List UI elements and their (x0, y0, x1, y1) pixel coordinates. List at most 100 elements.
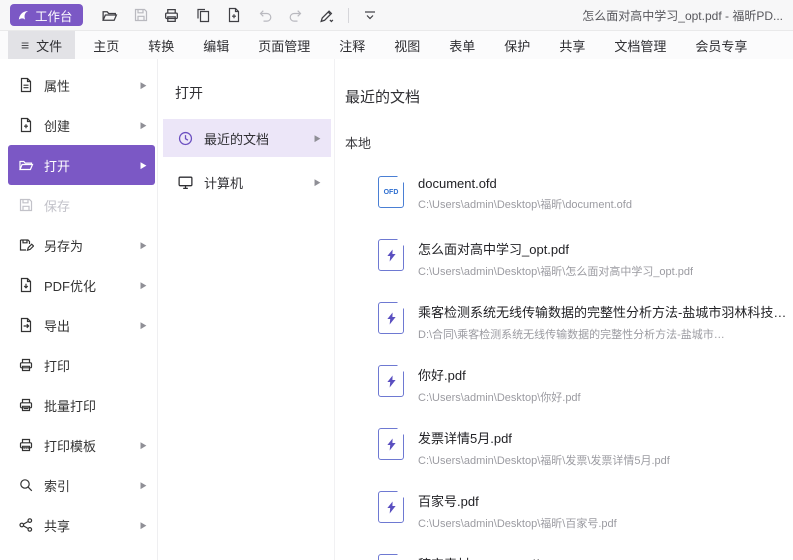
column-divider (334, 59, 335, 560)
menu-item-print[interactable]: 打印 (8, 345, 155, 385)
file-menu-button[interactable]: ≡ 文件 (8, 31, 75, 59)
open-item-computer[interactable]: 计算机▶ (163, 163, 331, 201)
menu-item-label: 保存 (44, 196, 70, 215)
menu-item-label: 属性 (44, 76, 70, 95)
tab-comment[interactable]: 注释 (339, 36, 365, 55)
recent-file-row[interactable]: 你好.pdf C:\Users\admin\Desktop\你好.pdf (378, 355, 793, 418)
menu-item-create[interactable]: 创建 ▶ (8, 105, 155, 145)
undo-icon[interactable] (252, 3, 278, 27)
tab-edit[interactable]: 编辑 (203, 36, 229, 55)
tab-convert[interactable]: 转换 (148, 36, 174, 55)
file-path: D:\合同\乘客检测系统无线传输数据的完整性分析方法-盐城市… (418, 326, 786, 342)
file-name: 百家号.pdf (418, 491, 617, 510)
file-name: 发票详情5月.pdf (418, 428, 670, 447)
copy-icon[interactable] (190, 3, 216, 27)
file-menu-label: 文件 (36, 36, 62, 55)
workspace-button-label: 工作台 (35, 6, 73, 25)
open-file-icon[interactable] (97, 3, 123, 27)
batch-print-icon (18, 397, 34, 413)
recent-file-row[interactable]: 乘客检测系统无线传输数据的完整性分析方法-盐城市羽林科技… D:\合同\乘客检测… (378, 292, 793, 355)
menu-item-label: 共享 (44, 516, 70, 535)
title-bar: 工作台 怎么面对高中学习_opt.pdf - 福昕PD... (0, 0, 793, 31)
tab-view[interactable]: 视图 (394, 36, 420, 55)
submenu-arrow-icon: ▶ (141, 440, 147, 451)
submenu-arrow-icon: ▶ (315, 177, 321, 188)
share-icon (18, 517, 34, 533)
recent-documents-title: 最近的文档 (345, 86, 793, 107)
pdf-optimize-icon (18, 277, 34, 293)
submenu-arrow-icon: ▶ (141, 520, 147, 531)
foxit-logo-icon (17, 9, 30, 22)
submenu-arrow-icon: ▶ (141, 160, 147, 171)
menu-item-print-template[interactable]: 打印模板▶ (8, 425, 155, 465)
open-item-label: 最近的文档 (204, 129, 269, 148)
file-name: 稿定素材-806381.pdf (418, 554, 539, 560)
menu-item-index[interactable]: 索引▶ (8, 465, 155, 505)
menu-item-label: PDF优化 (44, 276, 96, 295)
menu-item-label: 打开 (44, 156, 70, 175)
file-path: C:\Users\admin\Desktop\福昕\百家号.pdf (418, 515, 617, 531)
pdf-file-icon (378, 302, 404, 334)
menu-item-export[interactable]: 导出▶ (8, 305, 155, 345)
submenu-arrow-icon: ▶ (141, 120, 147, 131)
toolbar-more-icon[interactable] (357, 3, 383, 27)
pdf-file-icon (378, 554, 404, 560)
tab-form[interactable]: 表单 (449, 36, 475, 55)
submenu-arrow-icon: ▶ (141, 320, 147, 331)
print-icon[interactable] (159, 3, 185, 27)
menu-item-properties[interactable]: 属性 ▶ (8, 65, 155, 105)
print-template-icon (18, 437, 34, 453)
print-icon (18, 357, 34, 373)
new-document-icon[interactable] (221, 3, 247, 27)
file-name: 乘客检测系统无线传输数据的完整性分析方法-盐城市羽林科技… (418, 302, 786, 321)
pen-tool-icon[interactable] (314, 3, 340, 27)
properties-icon (18, 77, 34, 93)
file-name: 怎么面对高中学习_opt.pdf (418, 239, 693, 258)
menu-item-batch-print[interactable]: 批量打印 (8, 385, 155, 425)
menu-item-pdf-optimize[interactable]: PDF优化▶ (8, 265, 155, 305)
recent-file-row[interactable]: 怎么面对高中学习_opt.pdf C:\Users\admin\Desktop\… (378, 229, 793, 292)
menu-item-share[interactable]: 共享 ▶ (8, 505, 155, 545)
toolbar-separator (348, 8, 349, 23)
file-menu-list: 属性▶ 创建▶ 打开▶ 保存 另存为▶ PDF优化▶ 导出▶ 打印 (8, 65, 155, 545)
export-icon (18, 317, 34, 333)
ribbon-tabs: 主页 转换 编辑 页面管理 注释 视图 表单 保护 共享 文档管理 会员专享 (93, 36, 747, 55)
file-path: C:\Users\admin\Desktop\福昕\怎么面对高中学习_opt.p… (418, 263, 693, 279)
hamburger-icon: ≡ (21, 38, 29, 52)
save-icon[interactable] (128, 3, 154, 27)
tab-home[interactable]: 主页 (93, 36, 119, 55)
menu-item-label: 批量打印 (44, 396, 96, 415)
tab-member[interactable]: 会员专享 (695, 36, 747, 55)
tab-protect[interactable]: 保护 (504, 36, 530, 55)
pdf-file-icon (378, 365, 404, 397)
quick-toolbar (97, 3, 383, 27)
recent-file-row[interactable]: 百家号.pdf C:\Users\admin\Desktop\福昕\百家号.pd… (378, 481, 793, 544)
recent-file-row[interactable]: OFD document.ofd C:\Users\admin\Desktop\… (378, 166, 793, 229)
submenu-arrow-icon: ▶ (141, 480, 147, 491)
submenu-arrow-icon: ▶ (141, 80, 147, 91)
submenu-arrow-icon: ▶ (315, 133, 321, 144)
recent-file-row[interactable]: 发票详情5月.pdf C:\Users\admin\Desktop\福昕\发票\… (378, 418, 793, 481)
clock-icon (177, 130, 194, 147)
recent-file-row[interactable]: 稿定素材-806381.pdf (378, 544, 793, 560)
ofd-badge: OFD (384, 189, 399, 196)
menu-item-label: 创建 (44, 116, 70, 135)
open-item-recent-documents[interactable]: 最近的文档 ▶ (163, 119, 331, 157)
menu-item-save[interactable]: 保存 (8, 185, 155, 225)
tab-doc-manage[interactable]: 文档管理 (614, 36, 666, 55)
menu-item-open[interactable]: 打开 ▶ (8, 145, 155, 185)
recent-file-list: OFD document.ofd C:\Users\admin\Desktop\… (345, 166, 793, 560)
file-path: C:\Users\admin\Desktop\你好.pdf (418, 389, 581, 405)
create-icon (18, 117, 34, 133)
recent-documents-panel: 最近的文档 本地 OFD document.ofd C:\Users\admin… (345, 59, 793, 560)
menu-item-save-as[interactable]: 另存为▶ (8, 225, 155, 265)
column-divider (157, 59, 158, 560)
tab-share[interactable]: 共享 (559, 36, 585, 55)
open-panel: 打开 最近的文档▶ 计算机▶ (163, 59, 331, 201)
pdf-file-icon (378, 239, 404, 271)
tab-page-manage[interactable]: 页面管理 (258, 36, 310, 55)
submenu-arrow-icon: ▶ (141, 240, 147, 251)
redo-icon[interactable] (283, 3, 309, 27)
workspace-button[interactable]: 工作台 (10, 4, 83, 26)
file-name: document.ofd (418, 176, 632, 191)
